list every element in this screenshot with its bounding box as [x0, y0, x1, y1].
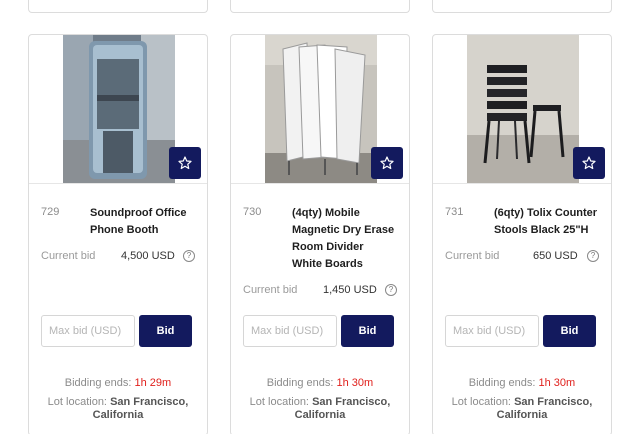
current-bid-label: Current bid: [243, 284, 298, 296]
bidding-ends-label: Bidding ends:: [64, 377, 132, 389]
bidding-ends: Bidding ends: 1h 30m: [231, 377, 409, 389]
help-icon[interactable]: ?: [385, 284, 397, 296]
counter-stools-photo: [467, 35, 579, 183]
current-bid-row: Current bid 4,500 USD ?: [41, 249, 195, 265]
current-bid-row: Current bid 1,450 USD ?: [243, 283, 397, 299]
lot-title-line: (6qty) Tolix Counter: [494, 207, 598, 219]
lot-card[interactable]: 731 (6qty) Tolix Counter Stools Black 25…: [432, 34, 612, 434]
lot-title-line: Soundproof Office: [90, 207, 187, 219]
lot-title[interactable]: Soundproof Office Phone Booth: [90, 205, 202, 239]
bidding-ends-label: Bidding ends:: [468, 377, 536, 389]
bid-button[interactable]: Bid: [543, 315, 596, 347]
current-bid-amount: 650 USD: [533, 250, 578, 262]
bidding-ends: Bidding ends: 1h 29m: [29, 377, 207, 389]
card-divider: [231, 183, 409, 184]
lot-location: Lot location: San Francisco, California: [449, 396, 595, 422]
lot-location-state: California: [92, 409, 144, 421]
max-bid-input[interactable]: [243, 315, 337, 347]
bidding-ends-time: 1h 30m: [538, 377, 576, 389]
lot-title-line: Magnetic Dry Erase: [292, 224, 395, 236]
card-divider: [29, 183, 207, 184]
previous-row-card: [28, 0, 208, 13]
lot-number: 729: [41, 206, 60, 218]
bidding-ends-label: Bidding ends:: [266, 377, 334, 389]
lot-title[interactable]: (4qty) Mobile Magnetic Dry Erase Room Di…: [292, 205, 404, 273]
lot-location-city: San Francisco,: [514, 396, 593, 408]
current-bid-row: Current bid 650 USD ?: [445, 249, 599, 265]
lot-image[interactable]: [467, 35, 579, 183]
lot-number: 731: [445, 206, 464, 218]
help-icon[interactable]: ?: [587, 250, 599, 262]
lot-image[interactable]: [63, 35, 175, 183]
lot-title-line: White Boards: [292, 258, 363, 270]
max-bid-input[interactable]: [445, 315, 539, 347]
favorite-button[interactable]: [573, 147, 605, 179]
lot-location: Lot location: San Francisco, California: [247, 396, 393, 422]
lot-location-label: Lot location:: [451, 396, 511, 408]
lot-location-label: Lot location:: [47, 396, 107, 408]
bid-button[interactable]: Bid: [139, 315, 192, 347]
help-icon[interactable]: ?: [183, 250, 195, 262]
bidding-ends-time: 1h 30m: [336, 377, 374, 389]
lot-title-line: Stools Black 25"H: [494, 224, 589, 236]
star-icon: [582, 156, 596, 170]
card-divider: [433, 183, 611, 184]
lot-location-label: Lot location:: [249, 396, 309, 408]
lot-image[interactable]: [265, 35, 377, 183]
lot-title-line: Room Divider: [292, 241, 364, 253]
star-icon: [380, 156, 394, 170]
current-bid-label: Current bid: [445, 250, 500, 262]
lot-location-state: California: [294, 409, 346, 421]
previous-row-card: [432, 0, 612, 13]
lot-location-state: California: [496, 409, 548, 421]
current-bid-label: Current bid: [41, 250, 96, 262]
favorite-button[interactable]: [371, 147, 403, 179]
bid-button[interactable]: Bid: [341, 315, 394, 347]
lot-title-line: (4qty) Mobile: [292, 207, 360, 219]
star-icon: [178, 156, 192, 170]
bidding-ends: Bidding ends: 1h 30m: [433, 377, 611, 389]
lot-title[interactable]: (6qty) Tolix Counter Stools Black 25"H: [494, 205, 606, 239]
lot-location: Lot location: San Francisco, California: [45, 396, 191, 422]
current-bid-amount: 1,450 USD: [323, 284, 377, 296]
lot-location-city: San Francisco,: [110, 396, 189, 408]
previous-row-card: [230, 0, 410, 13]
current-bid-amount: 4,500 USD: [121, 250, 175, 262]
lot-number: 730: [243, 206, 262, 218]
favorite-button[interactable]: [169, 147, 201, 179]
lot-title-line: Phone Booth: [90, 224, 159, 236]
bidding-ends-time: 1h 29m: [134, 377, 172, 389]
lot-card[interactable]: 730 (4qty) Mobile Magnetic Dry Erase Roo…: [230, 34, 410, 434]
phone-booth-photo: [63, 35, 175, 183]
lot-card[interactable]: 729 Soundproof Office Phone Booth Curren…: [28, 34, 208, 434]
whiteboards-photo: [265, 35, 377, 183]
lot-location-city: San Francisco,: [312, 396, 391, 408]
max-bid-input[interactable]: [41, 315, 135, 347]
